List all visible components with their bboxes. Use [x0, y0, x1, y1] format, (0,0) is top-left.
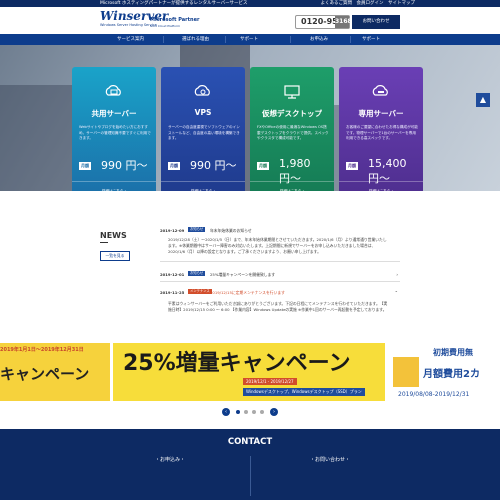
cloud-server-icon	[105, 85, 121, 96]
chevron-right-icon: ›	[396, 272, 398, 277]
card-description: お客様のご要望に合わせたお得な構成が可能です。物理サーバーで1台のサーバーを専用…	[346, 125, 418, 140]
news-date: 2019-11-25	[160, 290, 185, 295]
card-description: FXやOfficeの使用に最適なWindows OS搭載デスクトップをクラウドで…	[257, 125, 329, 140]
plan-label: 月額	[168, 162, 180, 170]
phone-badge: 3168	[335, 16, 352, 28]
card-details-link[interactable]: 詳細はこちら ›	[250, 181, 334, 191]
hero: 共用サーバー Webサイトやブログを始めたい方におすすめ。サーバーの管理知識不要…	[0, 45, 500, 191]
carousel-controls: ‹ ›	[222, 408, 278, 416]
top-bar-links[interactable]: よくあるご質問 会員ログイン サイトマップ	[321, 0, 416, 7]
contact-apply-label[interactable]: ・お申込み・	[155, 456, 185, 463]
card-details-link[interactable]: 詳細はこちら ›	[339, 181, 423, 191]
chevron-up-icon: ⌃	[394, 290, 398, 295]
banner-plans: Windowsデスクトップ、Windowsデスクトップ（SSD）プラン	[243, 388, 365, 396]
card-title: VPS	[194, 108, 212, 117]
banner-dates: 2019年1月1日〜2019年12月31日	[0, 347, 84, 353]
contact-section: CONTACT ・お申込み・ ・お問い合わせ・	[0, 429, 500, 500]
banner-heading: 25%増量キャンペーン	[123, 351, 351, 376]
top-bar: Microsoft ホスティングパートナーが提供するレンタルサーバーサービス よ…	[0, 0, 500, 7]
banner-line-2: 月額費用2カ	[423, 369, 480, 380]
scroll-top-button[interactable]: ▲	[476, 93, 490, 107]
banner-previous[interactable]: 2019年1月1日〜2019年12月31日 キャンペーン	[0, 343, 110, 401]
contact-heading: CONTACT	[227, 437, 273, 447]
nav-divider	[350, 36, 351, 43]
news-title: 25%増量キャンペーンを開催致します	[210, 272, 276, 277]
card-price: 月額 990 円〜	[79, 157, 155, 173]
card-title: 専用サーバー	[358, 109, 404, 118]
contact-divider	[250, 456, 251, 496]
news-item[interactable]: 2019-11-25 メンテナンス 2019/12/15に定期メンテナンスを行い…	[160, 289, 400, 326]
banner-dates: 2019/12/1 - 2019/12/27	[243, 378, 297, 385]
card-title: 仮想デスクトップ	[262, 109, 322, 118]
card-title: 共用サーバー	[91, 109, 137, 118]
nav-divider	[290, 36, 291, 43]
card-price: 月額 1,980 円〜	[257, 157, 333, 185]
nav-item-support[interactable]: サポート	[240, 34, 258, 45]
card-details-link[interactable]: 詳細はこちら ›	[72, 181, 156, 191]
service-card-dedicated[interactable]: 専用サーバー お客様のご要望に合わせたお得な構成が可能です。物理サーバーで1台の…	[339, 67, 423, 191]
price-value: 990 円〜	[190, 159, 237, 172]
contact-inquiry-label[interactable]: ・お問い合わせ・	[310, 456, 350, 463]
news-category: お知らせ	[188, 271, 206, 276]
news-body: 平素はウィンサーバーをご利用いただき誠にありがとうございます。下記の日程にてメン…	[168, 301, 388, 312]
news-heading-underline	[100, 242, 108, 243]
service-card-vps[interactable]: VPS サーバーの自由度重視でソフトウェアのインストールなど、自由度の高い環境を…	[161, 67, 245, 191]
contact-button[interactable]: お問い合わせ	[352, 15, 400, 29]
nav-item-apply[interactable]: お申込み	[310, 34, 328, 45]
top-bar-tagline: Microsoft ホスティングパートナーが提供するレンタルサーバーサービス	[100, 1, 248, 6]
nav-divider	[163, 36, 164, 43]
price-value: 990 円〜	[101, 159, 148, 172]
news-item[interactable]: 2019-12-09 お知らせ 年末年始休業のお知らせ 2019/12/28（土…	[160, 227, 400, 262]
nav-item-services[interactable]: サービス案内	[117, 34, 144, 45]
nav-divider	[225, 36, 226, 43]
news-title: 2019/12/15に定期メンテナンスを行います	[210, 290, 285, 295]
phone-text: 0120-95	[301, 17, 338, 26]
phone-number[interactable]: 0120-95 3168	[295, 15, 352, 29]
banner-heading: キャンペーン	[0, 365, 90, 383]
carousel-next-button[interactable]: ›	[270, 408, 278, 416]
card-details-link[interactable]: 詳細はこちら ›	[161, 181, 245, 191]
card-price: 月額 990 円〜	[168, 157, 244, 173]
news-category: お知らせ	[188, 227, 206, 232]
plan-label: 月額	[257, 162, 269, 170]
dedicated-server-icon	[372, 85, 388, 96]
news-heading: NEWS	[100, 231, 127, 240]
desktop-icon	[284, 85, 300, 99]
main-nav: サービス案内 選ばれる理由 サポート お申込み サポート	[0, 34, 500, 45]
news-item[interactable]: 2019-12-01 お知らせ 25%増量キャンペーンを開催致します ›	[160, 271, 400, 282]
carousel-dot[interactable]	[236, 410, 240, 414]
news-category: メンテナンス	[188, 289, 212, 294]
card-description: Webサイトやブログを始めたい方におすすめ。サーバーの管理知識不要ですぐに利用で…	[79, 125, 151, 140]
plan-label: 月額	[79, 162, 91, 170]
carousel-dot[interactable]	[244, 410, 248, 414]
carousel-dot[interactable]	[260, 410, 264, 414]
news-more-button[interactable]: 一覧を見る	[100, 251, 130, 261]
microsoft-partner-badge: Microsoft Partner Gold Cloud Platform	[150, 17, 199, 29]
banner-current[interactable]: 25%増量キャンペーン 2019/12/1 - 2019/12/27 Windo…	[113, 343, 385, 401]
header: Winserver Windows Server Hosting Service…	[0, 7, 500, 34]
campaign-banners: 2019年1月1日〜2019年12月31日 キャンペーン 25%増量キャンペーン…	[0, 331, 500, 411]
news-body: 2019/12/28（土）〜2020/1/5（日）まで、年末年始休業期間とさせて…	[168, 237, 387, 254]
service-card-shared[interactable]: 共用サーバー Webサイトやブログを始めたい方におすすめ。サーバーの管理知識不要…	[72, 67, 156, 191]
nav-item-pricing[interactable]: サポート	[362, 34, 380, 45]
partner-sub: Gold Cloud Platform	[150, 24, 181, 28]
service-card-virtual-desktop[interactable]: 仮想デスクトップ FXやOfficeの使用に最適なWindows OS搭載デスク…	[250, 67, 334, 191]
card-description: サーバーの自由度重視でソフトウェアのインストールなど、自由度の高い環境を構築でき…	[168, 125, 240, 140]
card-price: 月額 15,400 円〜	[346, 157, 422, 185]
news-section: NEWS 一覧を見る 2019-12-09 お知らせ 年末年始休業のお知らせ 2…	[0, 191, 500, 331]
nav-item-reasons[interactable]: 選ばれる理由	[182, 34, 209, 45]
banner-dates: 2019/08/08-2019/12/31	[398, 391, 470, 398]
carousel-dot[interactable]	[252, 410, 256, 414]
news-date: 2019-12-09	[160, 228, 185, 233]
news-title: 年末年始休業のお知らせ	[210, 228, 252, 233]
news-date: 2019-12-01	[160, 272, 185, 277]
vps-icon	[194, 85, 210, 96]
banner-next[interactable]: 初期費用無 月額費用2カ 2019/08/08-2019/12/31	[393, 343, 500, 401]
building-illustration	[393, 357, 419, 387]
plan-label: 月額	[346, 162, 358, 170]
carousel-prev-button[interactable]: ‹	[222, 408, 230, 416]
banner-line-1: 初期費用無	[433, 348, 473, 357]
